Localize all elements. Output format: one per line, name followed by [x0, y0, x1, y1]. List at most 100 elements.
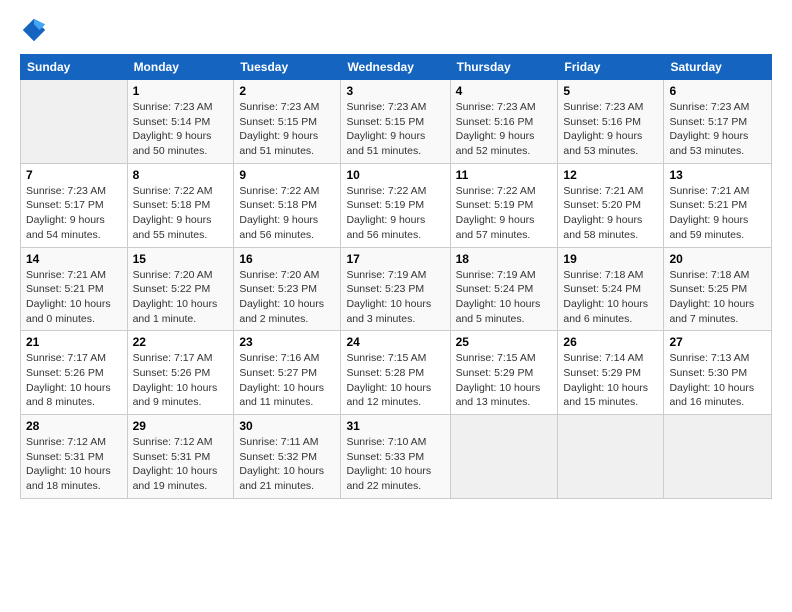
calendar-cell: 6 Sunrise: 7:23 AM Sunset: 5:17 PM Daylig… — [664, 80, 772, 164]
calendar-cell: 13 Sunrise: 7:21 AM Sunset: 5:21 PM Dayli… — [664, 163, 772, 247]
calendar-cell: 24Sunrise: 7:15 AM Sunset: 5:28 PM Dayli… — [341, 331, 450, 415]
calendar-cell: 8Sunrise: 7:22 AM Sunset: 5:18 PM Daylig… — [127, 163, 234, 247]
day-number: 24 — [346, 335, 444, 349]
calendar-cell: 21 Sunrise: 7:17 AM Sunset: 5:26 PM Dayli… — [21, 331, 128, 415]
column-header-friday: Friday — [558, 55, 664, 80]
calendar-cell: 17 Sunrise: 7:19 AM Sunset: 5:23 PM Dayli… — [341, 247, 450, 331]
calendar-cell: 3 Sunrise: 7:23 AM Sunset: 5:15 PM Daylig… — [341, 80, 450, 164]
cell-content: Sunrise: 7:17 AM Sunset: 5:26 PM Dayligh… — [133, 351, 229, 410]
cell-content: Sunrise: 7:23 AM Sunset: 5:15 PM Dayligh… — [239, 100, 335, 159]
day-number: 18 — [456, 252, 553, 266]
day-number: 12 — [563, 168, 658, 182]
day-number: 5 — [563, 84, 658, 98]
day-number: 30 — [239, 419, 335, 433]
day-number: 3 — [346, 84, 444, 98]
page-header — [20, 16, 772, 44]
day-number: 27 — [669, 335, 766, 349]
cell-content: Sunrise: 7:11 AM Sunset: 5:32 PM Dayligh… — [239, 435, 335, 494]
cell-content: Sunrise: 7:20 AM Sunset: 5:22 PM Dayligh… — [133, 268, 229, 327]
cell-content: Sunrise: 7:21 AM Sunset: 5:21 PM Dayligh… — [669, 184, 766, 243]
logo — [20, 16, 52, 44]
calendar-cell: 15Sunrise: 7:20 AM Sunset: 5:22 PM Dayli… — [127, 247, 234, 331]
calendar-cell: 30 Sunrise: 7:11 AM Sunset: 5:32 PM Dayli… — [234, 415, 341, 499]
cell-content: Sunrise: 7:22 AM Sunset: 5:18 PM Dayligh… — [239, 184, 335, 243]
cell-content: Sunrise: 7:23 AM Sunset: 5:17 PM Dayligh… — [26, 184, 122, 243]
day-number: 29 — [133, 419, 229, 433]
day-number: 6 — [669, 84, 766, 98]
calendar-cell: 16 Sunrise: 7:20 AM Sunset: 5:23 PM Dayli… — [234, 247, 341, 331]
day-number: 2 — [239, 84, 335, 98]
day-number: 21 — [26, 335, 122, 349]
day-number: 9 — [239, 168, 335, 182]
day-number: 19 — [563, 252, 658, 266]
calendar-cell: 10Sunrise: 7:22 AM Sunset: 5:19 PM Dayli… — [341, 163, 450, 247]
day-number: 31 — [346, 419, 444, 433]
day-number: 20 — [669, 252, 766, 266]
calendar-week-3: 14 Sunrise: 7:21 AM Sunset: 5:21 PM Dayli… — [21, 247, 772, 331]
calendar-cell: 26 Sunrise: 7:14 AM Sunset: 5:29 PM Dayli… — [558, 331, 664, 415]
cell-content: Sunrise: 7:18 AM Sunset: 5:25 PM Dayligh… — [669, 268, 766, 327]
cell-content: Sunrise: 7:19 AM Sunset: 5:23 PM Dayligh… — [346, 268, 444, 327]
calendar-cell — [450, 415, 558, 499]
day-number: 1 — [133, 84, 229, 98]
cell-content: Sunrise: 7:17 AM Sunset: 5:26 PM Dayligh… — [26, 351, 122, 410]
calendar-cell — [558, 415, 664, 499]
cell-content: Sunrise: 7:23 AM Sunset: 5:17 PM Dayligh… — [669, 100, 766, 159]
calendar-cell: 18 Sunrise: 7:19 AM Sunset: 5:24 PM Dayli… — [450, 247, 558, 331]
calendar-cell: 4 Sunrise: 7:23 AM Sunset: 5:16 PM Daylig… — [450, 80, 558, 164]
calendar-cell: 28 Sunrise: 7:12 AM Sunset: 5:31 PM Dayli… — [21, 415, 128, 499]
day-number: 25 — [456, 335, 553, 349]
day-number: 13 — [669, 168, 766, 182]
calendar-week-5: 28 Sunrise: 7:12 AM Sunset: 5:31 PM Dayli… — [21, 415, 772, 499]
calendar-cell — [21, 80, 128, 164]
logo-icon — [20, 16, 48, 44]
cell-content: Sunrise: 7:19 AM Sunset: 5:24 PM Dayligh… — [456, 268, 553, 327]
cell-content: Sunrise: 7:23 AM Sunset: 5:16 PM Dayligh… — [563, 100, 658, 159]
column-header-saturday: Saturday — [664, 55, 772, 80]
calendar-cell: 7 Sunrise: 7:23 AM Sunset: 5:17 PM Daylig… — [21, 163, 128, 247]
cell-content: Sunrise: 7:12 AM Sunset: 5:31 PM Dayligh… — [133, 435, 229, 494]
cell-content: Sunrise: 7:20 AM Sunset: 5:23 PM Dayligh… — [239, 268, 335, 327]
day-number: 17 — [346, 252, 444, 266]
calendar-cell: 9 Sunrise: 7:22 AM Sunset: 5:18 PM Daylig… — [234, 163, 341, 247]
calendar-week-1: 1 Sunrise: 7:23 AM Sunset: 5:14 PM Daylig… — [21, 80, 772, 164]
day-number: 10 — [346, 168, 444, 182]
cell-content: Sunrise: 7:21 AM Sunset: 5:21 PM Dayligh… — [26, 268, 122, 327]
calendar-cell: 22Sunrise: 7:17 AM Sunset: 5:26 PM Dayli… — [127, 331, 234, 415]
day-number: 28 — [26, 419, 122, 433]
calendar-cell: 1 Sunrise: 7:23 AM Sunset: 5:14 PM Daylig… — [127, 80, 234, 164]
cell-content: Sunrise: 7:23 AM Sunset: 5:14 PM Dayligh… — [133, 100, 229, 159]
calendar-cell: 12 Sunrise: 7:21 AM Sunset: 5:20 PM Dayli… — [558, 163, 664, 247]
day-number: 8 — [133, 168, 229, 182]
column-header-tuesday: Tuesday — [234, 55, 341, 80]
cell-content: Sunrise: 7:16 AM Sunset: 5:27 PM Dayligh… — [239, 351, 335, 410]
cell-content: Sunrise: 7:12 AM Sunset: 5:31 PM Dayligh… — [26, 435, 122, 494]
day-number: 7 — [26, 168, 122, 182]
cell-content: Sunrise: 7:23 AM Sunset: 5:15 PM Dayligh… — [346, 100, 444, 159]
day-number: 23 — [239, 335, 335, 349]
day-number: 4 — [456, 84, 553, 98]
day-number: 11 — [456, 168, 553, 182]
calendar-cell: 25Sunrise: 7:15 AM Sunset: 5:29 PM Dayli… — [450, 331, 558, 415]
column-header-sunday: Sunday — [21, 55, 128, 80]
calendar-cell: 2 Sunrise: 7:23 AM Sunset: 5:15 PM Daylig… — [234, 80, 341, 164]
calendar-cell: 20 Sunrise: 7:18 AM Sunset: 5:25 PM Dayli… — [664, 247, 772, 331]
column-header-monday: Monday — [127, 55, 234, 80]
cell-content: Sunrise: 7:10 AM Sunset: 5:33 PM Dayligh… — [346, 435, 444, 494]
day-number: 14 — [26, 252, 122, 266]
cell-content: Sunrise: 7:21 AM Sunset: 5:20 PM Dayligh… — [563, 184, 658, 243]
cell-content: Sunrise: 7:14 AM Sunset: 5:29 PM Dayligh… — [563, 351, 658, 410]
calendar-cell: 14 Sunrise: 7:21 AM Sunset: 5:21 PM Dayli… — [21, 247, 128, 331]
cell-content: Sunrise: 7:22 AM Sunset: 5:19 PM Dayligh… — [456, 184, 553, 243]
calendar-cell: 27Sunrise: 7:13 AM Sunset: 5:30 PM Dayli… — [664, 331, 772, 415]
day-number: 16 — [239, 252, 335, 266]
calendar-header-row: SundayMondayTuesdayWednesdayThursdayFrid… — [21, 55, 772, 80]
calendar-cell: 31 Sunrise: 7:10 AM Sunset: 5:33 PM Dayli… — [341, 415, 450, 499]
calendar-week-4: 21 Sunrise: 7:17 AM Sunset: 5:26 PM Dayli… — [21, 331, 772, 415]
cell-content: Sunrise: 7:18 AM Sunset: 5:24 PM Dayligh… — [563, 268, 658, 327]
calendar-cell: 23 Sunrise: 7:16 AM Sunset: 5:27 PM Dayli… — [234, 331, 341, 415]
calendar-week-2: 7 Sunrise: 7:23 AM Sunset: 5:17 PM Daylig… — [21, 163, 772, 247]
cell-content: Sunrise: 7:23 AM Sunset: 5:16 PM Dayligh… — [456, 100, 553, 159]
day-number: 26 — [563, 335, 658, 349]
calendar-cell: 19 Sunrise: 7:18 AM Sunset: 5:24 PM Dayli… — [558, 247, 664, 331]
